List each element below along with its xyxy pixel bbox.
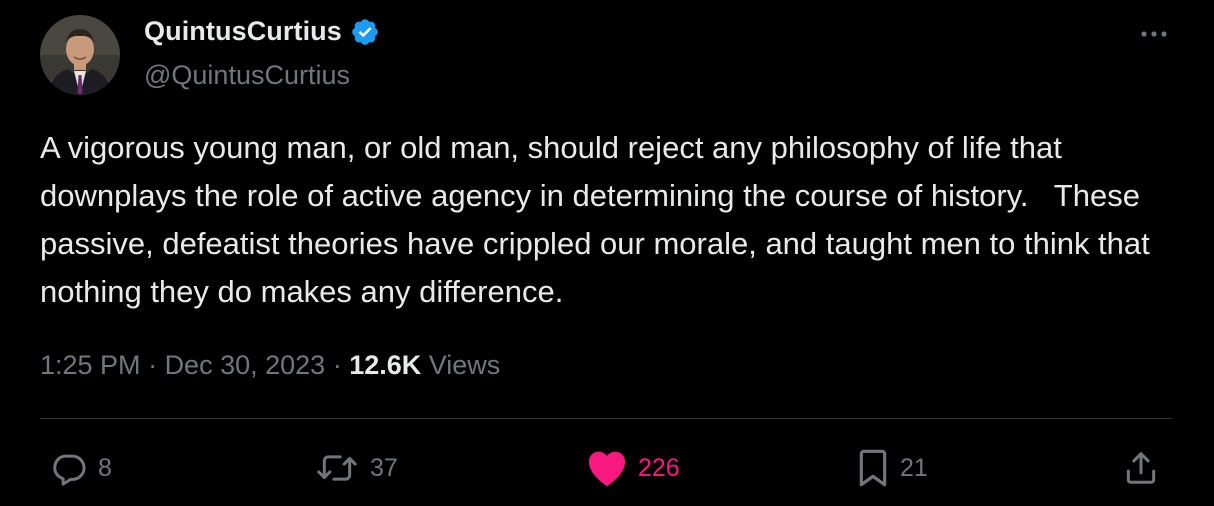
tweet-time[interactable]: 1:25 PM [40,350,141,381]
author-display-name[interactable]: QuintusCurtius [144,16,342,47]
tweet-date[interactable]: Dec 30, 2023 [165,350,326,381]
action-bar: 8 37 226 21 [0,446,1214,490]
reply-icon [50,449,88,487]
reply-button[interactable]: 8 [50,446,112,490]
share-button[interactable] [1122,446,1160,490]
views-label: Views [421,350,501,380]
more-options-icon[interactable] [1136,22,1172,46]
share-icon [1122,449,1160,487]
author-name-row: QuintusCurtius [144,16,380,47]
bookmark-icon [856,448,890,488]
like-button[interactable]: 226 [586,446,680,490]
verified-badge-icon[interactable] [350,17,380,47]
retweet-icon [314,449,360,487]
meta-separator: · [140,350,165,380]
retweet-count: 37 [370,453,398,482]
tweet-metadata: 1:25 PM · Dec 30, 2023 · 12.6K Views [40,350,500,381]
tweet-card: QuintusCurtius @QuintusCurtius A vigorou… [0,0,1214,506]
tweet-text: A vigorous young man, or old man, should… [40,130,1159,309]
avatar[interactable] [40,15,120,95]
heart-icon [586,449,628,487]
author-handle[interactable]: @QuintusCurtius [144,60,350,91]
divider [40,418,1172,419]
avatar-image [40,15,120,95]
reply-count: 8 [98,453,112,482]
bookmark-count: 21 [900,453,928,482]
retweet-button[interactable]: 37 [314,446,398,490]
like-count: 226 [638,453,680,482]
meta-separator-2: · [325,350,350,380]
views-count: 12.6K [349,350,422,380]
bookmark-button[interactable]: 21 [856,446,928,490]
